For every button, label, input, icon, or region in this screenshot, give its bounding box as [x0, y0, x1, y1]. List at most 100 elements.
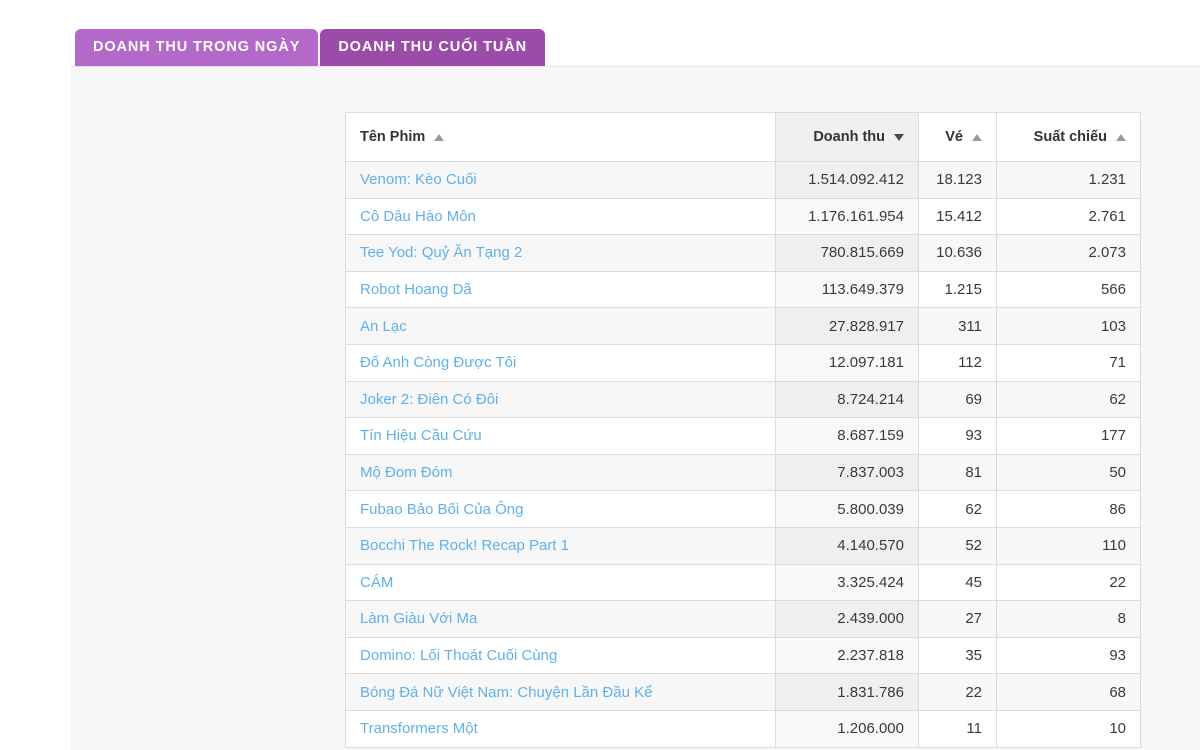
- film-link[interactable]: An Lạc: [360, 318, 407, 335]
- column-header-suat-chieu[interactable]: Suất chiếu: [997, 113, 1141, 162]
- revenue-table: Tên Phim Doanh thu Vé: [345, 112, 1141, 748]
- sort-desc-icon: [894, 134, 904, 141]
- cell-revenue: 3.325.424: [776, 564, 919, 601]
- column-header-label: Doanh thu: [813, 129, 885, 145]
- cell-film-name: Cô Dâu Hào Môn: [346, 198, 776, 235]
- cell-revenue: 1.176.161.954: [776, 198, 919, 235]
- table-header: Tên Phim Doanh thu Vé: [346, 113, 1141, 162]
- table-row: Cô Dâu Hào Môn 1.176.161.95415.4122.761: [346, 198, 1141, 235]
- cell-film-name: Mộ Đom Đóm: [346, 454, 776, 491]
- cell-film-name: An Lạc: [346, 308, 776, 345]
- cell-showtimes: 93: [997, 637, 1141, 674]
- film-link[interactable]: Domino: Lối Thoát Cuối Cùng: [360, 647, 557, 664]
- cell-film-name: Joker 2: Điên Có Đôi: [346, 381, 776, 418]
- cell-revenue: 8.687.159: [776, 418, 919, 455]
- film-link[interactable]: Transformers Một: [360, 720, 478, 737]
- content-panel: Tên Phim Doanh thu Vé: [71, 66, 1200, 750]
- cell-film-name: Đố Anh Còng Được Tôi: [346, 344, 776, 381]
- cell-tickets: 1.215: [919, 271, 997, 308]
- film-link[interactable]: Đố Anh Còng Được Tôi: [360, 354, 516, 371]
- cell-film-name: Venom: Kèo Cuối: [346, 162, 776, 199]
- table-row: Venom: Kèo Cuối1.514.092.41218.1231.231: [346, 162, 1141, 199]
- cell-showtimes: 2.073: [997, 235, 1141, 272]
- table-row: Domino: Lối Thoát Cuối Cùng2.237.8183593: [346, 637, 1141, 674]
- film-link[interactable]: Venom: Kèo Cuối: [360, 171, 477, 188]
- cell-revenue: 1.514.092.412: [776, 162, 919, 199]
- cell-film-name: CÁM: [346, 564, 776, 601]
- table-row: Đố Anh Còng Được Tôi12.097.18111271: [346, 344, 1141, 381]
- table-row: Làm Giàu Với Ma 2.439.000278: [346, 601, 1141, 638]
- column-header-label: Tên Phim: [360, 129, 425, 145]
- table-row: Mộ Đom Đóm7.837.0038150: [346, 454, 1141, 491]
- cell-showtimes: 566: [997, 271, 1141, 308]
- table-body: Venom: Kèo Cuối1.514.092.41218.1231.231C…: [346, 162, 1141, 748]
- cell-film-name: Tín Hiệu Cầu Cứu: [346, 418, 776, 455]
- cell-tickets: 27: [919, 601, 997, 638]
- cell-showtimes: 68: [997, 674, 1141, 711]
- cell-showtimes: 10: [997, 710, 1141, 747]
- film-link[interactable]: CÁM: [360, 574, 393, 591]
- cell-tickets: 112: [919, 344, 997, 381]
- tab-doanh-thu-cuoi-tuan[interactable]: DOANH THU CUỐI TUẦN: [320, 29, 545, 66]
- table-row: Bóng Đá Nữ Việt Nam: Chuyện Lần Đầu Kể 1.…: [346, 674, 1141, 711]
- revenue-table-container: Tên Phim Doanh thu Vé: [345, 112, 1140, 748]
- cell-revenue: 2.439.000: [776, 601, 919, 638]
- cell-revenue: 27.828.917: [776, 308, 919, 345]
- film-link[interactable]: Tín Hiệu Cầu Cứu: [360, 427, 482, 444]
- column-header-label: Suất chiếu: [1034, 129, 1107, 145]
- cell-showtimes: 110: [997, 527, 1141, 564]
- cell-showtimes: 2.761: [997, 198, 1141, 235]
- table-row: CÁM 3.325.4244522: [346, 564, 1141, 601]
- film-link[interactable]: Fubao Bảo Bối Của Ông: [360, 501, 523, 518]
- table-row: An Lạc27.828.917311103: [346, 308, 1141, 345]
- cell-showtimes: 86: [997, 491, 1141, 528]
- cell-film-name: Bóng Đá Nữ Việt Nam: Chuyện Lần Đầu Kể: [346, 674, 776, 711]
- cell-revenue: 5.800.039: [776, 491, 919, 528]
- cell-revenue: 8.724.214: [776, 381, 919, 418]
- cell-tickets: 15.412: [919, 198, 997, 235]
- cell-revenue: 7.837.003: [776, 454, 919, 491]
- film-link[interactable]: Làm Giàu Với Ma: [360, 610, 477, 627]
- table-row: Tee Yod: Quỷ Ăn Tạng 2780.815.66910.6362…: [346, 235, 1141, 272]
- cell-revenue: 1.831.786: [776, 674, 919, 711]
- film-link[interactable]: Tee Yod: Quỷ Ăn Tạng 2: [360, 244, 522, 261]
- film-link[interactable]: Bocchi The Rock! Recap Part 1: [360, 537, 569, 554]
- cell-revenue: 4.140.570: [776, 527, 919, 564]
- film-link[interactable]: Robot Hoang Dã: [360, 281, 472, 298]
- cell-film-name: Tee Yod: Quỷ Ăn Tạng 2: [346, 235, 776, 272]
- cell-tickets: 311: [919, 308, 997, 345]
- sort-asc-icon: [434, 134, 444, 141]
- cell-tickets: 93: [919, 418, 997, 455]
- cell-tickets: 18.123: [919, 162, 997, 199]
- column-header-label: Vé: [945, 129, 963, 145]
- film-link[interactable]: Bóng Đá Nữ Việt Nam: Chuyện Lần Đầu Kể: [360, 684, 652, 701]
- table-header-row: Tên Phim Doanh thu Vé: [346, 113, 1141, 162]
- cell-revenue: 780.815.669: [776, 235, 919, 272]
- table-row: Robot Hoang Dã113.649.3791.215566: [346, 271, 1141, 308]
- cell-tickets: 45: [919, 564, 997, 601]
- cell-film-name: Domino: Lối Thoát Cuối Cùng: [346, 637, 776, 674]
- cell-film-name: Robot Hoang Dã: [346, 271, 776, 308]
- column-header-ve[interactable]: Vé: [919, 113, 997, 162]
- column-header-ten-phim[interactable]: Tên Phim: [346, 113, 776, 162]
- table-row: Tín Hiệu Cầu Cứu 8.687.15993177: [346, 418, 1141, 455]
- cell-showtimes: 177: [997, 418, 1141, 455]
- cell-revenue: 12.097.181: [776, 344, 919, 381]
- cell-showtimes: 22: [997, 564, 1141, 601]
- cell-tickets: 62: [919, 491, 997, 528]
- cell-tickets: 69: [919, 381, 997, 418]
- film-link[interactable]: Cô Dâu Hào Môn: [360, 208, 476, 225]
- cell-film-name: Fubao Bảo Bối Của Ông: [346, 491, 776, 528]
- page-root: DOANH THU TRONG NGÀY DOANH THU CUỐI TUẦN…: [0, 0, 1200, 750]
- film-link[interactable]: Mộ Đom Đóm: [360, 464, 453, 481]
- cell-revenue: 1.206.000: [776, 710, 919, 747]
- cell-showtimes: 8: [997, 601, 1141, 638]
- film-link[interactable]: Joker 2: Điên Có Đôi: [360, 391, 498, 408]
- sort-asc-icon: [972, 134, 982, 141]
- table-row: Bocchi The Rock! Recap Part 1 4.140.57052…: [346, 527, 1141, 564]
- tab-doanh-thu-trong-ngay[interactable]: DOANH THU TRONG NGÀY: [75, 29, 318, 66]
- cell-tickets: 35: [919, 637, 997, 674]
- cell-tickets: 52: [919, 527, 997, 564]
- column-header-doanh-thu[interactable]: Doanh thu: [776, 113, 919, 162]
- table-row: Joker 2: Điên Có Đôi8.724.2146962: [346, 381, 1141, 418]
